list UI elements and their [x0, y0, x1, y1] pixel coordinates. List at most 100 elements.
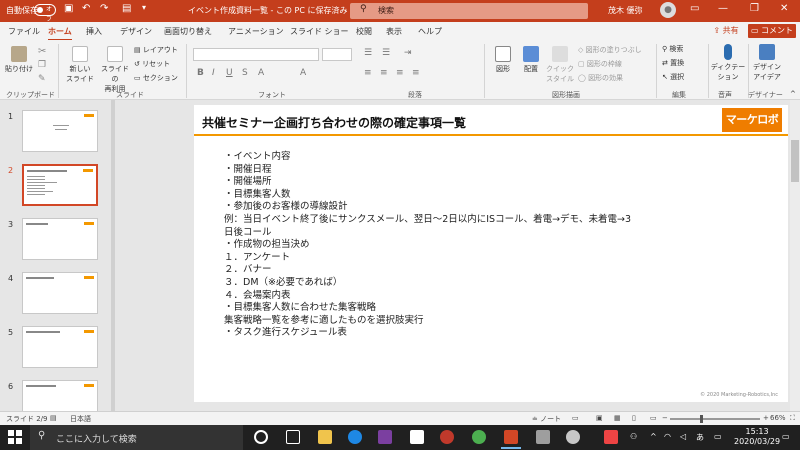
- cut-icon[interactable]: ✂: [38, 46, 46, 57]
- comment-button[interactable]: ▭ コメント: [748, 24, 796, 38]
- align-right-icon[interactable]: ≡: [396, 68, 404, 78]
- section-button[interactable]: ▭ セクション: [134, 73, 178, 83]
- italic-icon[interactable]: I: [212, 68, 215, 78]
- tab-home[interactable]: ホーム: [48, 26, 72, 41]
- avatar[interactable]: ●: [660, 2, 676, 18]
- powerpoint-icon[interactable]: [501, 430, 521, 449]
- bullets-icon[interactable]: ☰: [364, 48, 372, 58]
- tab-help[interactable]: ヘルプ: [418, 26, 442, 37]
- arrange-button[interactable]: 配置: [518, 46, 544, 74]
- save-icon[interactable]: ▣: [64, 3, 73, 14]
- tab-design[interactable]: デザイン: [120, 26, 152, 37]
- taskbar-search[interactable]: ⚲ ここに入力して検索: [30, 425, 243, 450]
- chrome-icon-1[interactable]: [440, 430, 454, 444]
- ribbon-display-icon[interactable]: ▭: [690, 3, 699, 14]
- slide-thumbnail-4[interactable]: [22, 272, 98, 314]
- font-color-icon[interactable]: A: [258, 68, 264, 78]
- tab-animations[interactable]: アニメーション: [228, 26, 284, 37]
- task-view-icon[interactable]: [286, 430, 300, 444]
- share-button[interactable]: ⇪ 共有: [706, 24, 746, 38]
- align-center-icon[interactable]: ≡: [380, 68, 388, 78]
- people-icon[interactable]: ⚇: [630, 432, 637, 441]
- zoom-slider-knob[interactable]: [700, 415, 703, 423]
- new-slide-button[interactable]: 新しい スライド: [64, 46, 96, 84]
- indent-icon[interactable]: ⇥: [404, 48, 412, 58]
- cortana-icon[interactable]: [254, 430, 268, 444]
- slide-thumbnail-5[interactable]: [22, 326, 98, 368]
- reset-button[interactable]: ↺ リセット: [134, 59, 170, 69]
- shape-effects-button[interactable]: ◯ 図形の効果: [578, 73, 623, 83]
- reading-view-icon[interactable]: ▯: [632, 414, 636, 422]
- store-icon[interactable]: [410, 430, 424, 444]
- tab-slideshow[interactable]: スライド ショー: [290, 26, 349, 37]
- windows-start-icon[interactable]: [8, 430, 22, 444]
- slide-body[interactable]: ・イベント内容 ・開催日程 ・開催場所 ・目標集客人数 ・参加後のお客様の導線設…: [224, 151, 631, 340]
- clock[interactable]: 15:13 2020/03/29: [734, 427, 780, 447]
- format-painter-icon[interactable]: ✎: [38, 74, 46, 84]
- slideshow-view-icon[interactable]: ▭: [650, 414, 657, 422]
- normal-view-icon[interactable]: ▣: [596, 414, 603, 422]
- edge-icon[interactable]: [348, 430, 362, 444]
- underline-icon[interactable]: U: [226, 68, 233, 78]
- zoom-out-icon[interactable]: −: [662, 414, 668, 422]
- volume-icon[interactable]: ◁: [680, 432, 686, 441]
- slide-thumbnail-2[interactable]: [22, 164, 98, 206]
- close-icon[interactable]: ✕: [780, 3, 788, 14]
- tray-chevron-icon[interactable]: ^: [650, 432, 657, 441]
- shape-outline-button[interactable]: ▢ 図形の枠線: [578, 59, 622, 69]
- justify-icon[interactable]: ≡: [412, 68, 420, 78]
- tab-file[interactable]: ファイル: [8, 26, 40, 37]
- reuse-slides-button[interactable]: スライドの 再利用: [98, 46, 132, 94]
- user-name[interactable]: 茂木 優弥: [608, 5, 643, 16]
- slide[interactable]: 共催セミナー企画打ち合わせの際の確定事項一覧 マーケロボ ・イベント内容 ・開催…: [194, 105, 788, 402]
- search-box[interactable]: ⚲ 検索: [350, 3, 588, 19]
- present-icon[interactable]: ▤: [122, 3, 131, 14]
- spellcheck-icon[interactable]: ▤: [50, 414, 57, 422]
- minimize-icon[interactable]: —: [718, 3, 728, 14]
- tab-transitions[interactable]: 画面切り替え: [164, 26, 212, 37]
- zoom-slider[interactable]: [670, 418, 760, 420]
- restore-icon[interactable]: ❐: [750, 3, 759, 14]
- slide-title[interactable]: 共催セミナー企画打ち合わせの際の確定事項一覧: [202, 114, 466, 131]
- zoom-in-icon[interactable]: +: [763, 414, 769, 422]
- chrome-icon-2[interactable]: [472, 430, 486, 444]
- shapes-button[interactable]: 図形: [490, 46, 516, 74]
- redo-icon[interactable]: ↷: [100, 3, 108, 14]
- clear-format-icon[interactable]: A: [300, 68, 306, 78]
- customize-qat-icon[interactable]: ▾: [142, 3, 146, 12]
- onenote-icon[interactable]: [378, 430, 392, 444]
- collapse-ribbon-icon[interactable]: ^: [790, 90, 796, 98]
- tab-view[interactable]: 表示: [386, 26, 402, 37]
- sorter-view-icon[interactable]: ▦: [614, 414, 621, 422]
- align-left-icon[interactable]: ≡: [364, 68, 372, 78]
- file-explorer-icon[interactable]: [318, 430, 332, 444]
- notes-button[interactable]: ≐ ノート: [532, 414, 561, 424]
- quick-styles-button[interactable]: クイック スタイル: [546, 46, 574, 84]
- layout-button[interactable]: ▤ レイアウト: [134, 45, 178, 55]
- autosave-toggle[interactable]: オフ: [34, 4, 56, 23]
- font-name-field[interactable]: [193, 48, 319, 61]
- font-size-field[interactable]: [322, 48, 352, 61]
- slide-thumbnail-6[interactable]: [22, 380, 98, 411]
- replace-button[interactable]: ⇄ 置換: [662, 58, 684, 68]
- copy-icon[interactable]: ❐: [38, 60, 46, 70]
- tab-insert[interactable]: 挿入: [86, 26, 102, 37]
- language[interactable]: 日本語: [70, 414, 91, 424]
- slide-scrollbar[interactable]: [790, 100, 800, 411]
- app-icon[interactable]: [604, 430, 618, 444]
- comments-icon[interactable]: ▭: [572, 414, 579, 422]
- dictate-button[interactable]: ディクテー ション: [710, 44, 746, 82]
- wifi-icon[interactable]: ◠: [664, 432, 671, 441]
- design-ideas-button[interactable]: デザイン アイデア: [750, 44, 784, 82]
- notification-icon[interactable]: ▭: [782, 432, 790, 441]
- slide-thumbnail-3[interactable]: [22, 218, 98, 260]
- find-button[interactable]: ⚲ 検索: [662, 44, 683, 54]
- thumbnail-scrollbar[interactable]: [111, 100, 115, 411]
- shadow-icon[interactable]: S: [242, 68, 248, 78]
- photos-icon[interactable]: [536, 430, 550, 444]
- zoom-level[interactable]: 66%: [770, 414, 786, 422]
- select-button[interactable]: ↖ 選択: [662, 72, 684, 82]
- numbering-icon[interactable]: ☰: [382, 48, 390, 58]
- settings-icon[interactable]: [566, 430, 580, 444]
- undo-icon[interactable]: ↶: [82, 3, 90, 14]
